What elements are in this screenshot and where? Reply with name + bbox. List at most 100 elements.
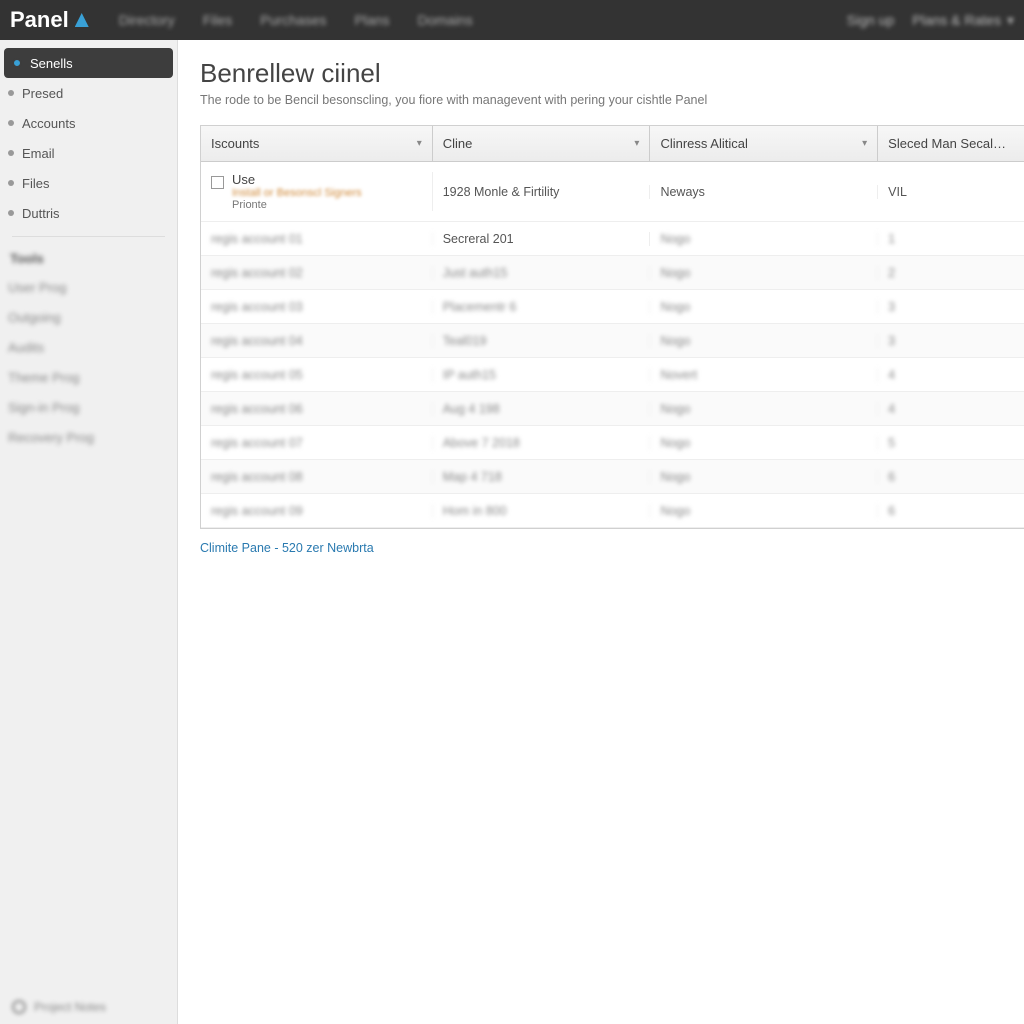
- table-row[interactable]: regis account 08Map 4 718Nogo6: [201, 460, 1024, 494]
- table-header-sleced[interactable]: Sleced Man Secal…: [878, 126, 1024, 161]
- table-header-row: Iscounts ▾ Cline ▾ Clinress Alitical ▾ S…: [201, 126, 1024, 162]
- table-row[interactable]: Use Install or Besonscl Signers Prionte …: [201, 162, 1024, 222]
- sidebar-item-label: Audits: [8, 340, 44, 355]
- sort-icon[interactable]: ▾: [634, 138, 639, 149]
- sidebar-item-sec-1[interactable]: Outgoing: [0, 302, 177, 332]
- dot-icon: [8, 180, 14, 186]
- dot-icon: [8, 150, 14, 156]
- table-row[interactable]: regis account 05IP auth15Novert4: [201, 358, 1024, 392]
- sidebar-item-label: User Prog: [8, 280, 67, 295]
- row-subline-1: Install or Besonscl Signers: [232, 187, 362, 199]
- cell-iscounts: regis account 05: [201, 368, 433, 382]
- topnav-link-1[interactable]: Files: [203, 12, 233, 28]
- cell-clinress: Nogo: [650, 470, 878, 484]
- table-row[interactable]: regis account 09Hom in 800Nogo6: [201, 494, 1024, 528]
- sidebar-item-sec-3[interactable]: Theme Prog: [0, 362, 177, 392]
- brand-name: Panel: [10, 7, 69, 33]
- sidebar-item-sec-0[interactable]: User Prog: [0, 272, 177, 302]
- sidebar-item-label: Duttris: [22, 206, 60, 221]
- row-subline-2: Prionte: [232, 199, 362, 211]
- topnav-user-dropdown[interactable]: Plans & Rates: [912, 12, 1014, 29]
- sidebar-item-presed[interactable]: Presed: [0, 78, 177, 108]
- cell-cline: 1928 Monle & Firtility: [433, 185, 651, 199]
- cell-clinress: Novert: [650, 368, 878, 382]
- cell-clinress: Nogo: [650, 266, 878, 280]
- dot-icon: [8, 210, 14, 216]
- sidebar-item-label: Files: [22, 176, 49, 191]
- cell-sleced: 2: [878, 266, 1024, 280]
- cell-sleced: 1: [878, 232, 1024, 246]
- cell-iscounts: regis account 09: [201, 504, 433, 518]
- cell-sleced: 6: [878, 504, 1024, 518]
- sidebar-footer[interactable]: Project Notes: [0, 990, 177, 1024]
- row-lead: Use: [232, 172, 362, 187]
- table-row[interactable]: regis account 02Just auth15Nogo2: [201, 256, 1024, 290]
- brand-logo[interactable]: Panel: [10, 7, 89, 33]
- table-header-iscounts[interactable]: Iscounts ▾: [201, 126, 433, 161]
- sidebar-item-accounts[interactable]: Accounts: [0, 108, 177, 138]
- cell-clinress: Nogo: [650, 334, 878, 348]
- cell-clinress: Neways: [650, 185, 878, 199]
- cell-cline: Placementr 6: [433, 300, 651, 314]
- sidebar-item-label: Theme Prog: [8, 370, 80, 385]
- cell-iscounts: regis account 03: [201, 300, 433, 314]
- table-row[interactable]: regis account 06Aug 4 198Nogo4: [201, 392, 1024, 426]
- main-content: Benrellew ciinel The rode to be Bencil b…: [178, 40, 1024, 1024]
- sidebar-item-sec-4[interactable]: Sign-in Prog: [0, 392, 177, 422]
- sidebar-section-header: Tools: [0, 245, 177, 272]
- sidebar-item-label: Presed: [22, 86, 63, 101]
- cell-cline: Above 7 2018: [433, 436, 651, 450]
- th-label: Sleced Man Secal…: [888, 136, 1006, 151]
- sidebar-item-label: Email: [22, 146, 55, 161]
- cell-cline: Teal019: [433, 334, 651, 348]
- sidebar-item-label: Sign-in Prog: [8, 400, 80, 415]
- cell-clinress: Nogo: [650, 300, 878, 314]
- topnav-link-4[interactable]: Domains: [417, 12, 472, 28]
- page-subtitle: The rode to be Bencil besonscling, you f…: [200, 93, 1024, 107]
- table-row[interactable]: regis account 01Secreral 201Nogo1: [201, 222, 1024, 256]
- sidebar: Senells Presed Accounts Email Files Dutt…: [0, 40, 178, 1024]
- cell-clinress: Nogo: [650, 232, 878, 246]
- sidebar-item-senells[interactable]: Senells: [4, 48, 173, 78]
- cell-sleced: 4: [878, 402, 1024, 416]
- cell-sleced: 5: [878, 436, 1024, 450]
- cell-iscounts: regis account 07: [201, 436, 433, 450]
- topnav-link-3[interactable]: Plans: [354, 12, 389, 28]
- cell-iscounts: regis account 02: [201, 266, 433, 280]
- topnav-link-0[interactable]: Directory: [119, 12, 175, 28]
- active-dot-icon: [12, 58, 22, 68]
- brand-triangle-icon: [75, 13, 89, 27]
- cell-sleced: 3: [878, 334, 1024, 348]
- sidebar-item-sec-2[interactable]: Audits: [0, 332, 177, 362]
- sidebar-item-label: Senells: [30, 56, 73, 71]
- cell-iscounts: regis account 01: [201, 232, 433, 246]
- sidebar-item-email[interactable]: Email: [0, 138, 177, 168]
- sidebar-item-label: Accounts: [22, 116, 75, 131]
- th-label: Cline: [443, 136, 473, 151]
- cell-cline: Hom in 800: [433, 504, 651, 518]
- table-row[interactable]: regis account 07Above 7 2018Nogo5: [201, 426, 1024, 460]
- sidebar-item-duttris[interactable]: Duttris: [0, 198, 177, 228]
- dot-icon: [8, 90, 14, 96]
- cell-clinress: Nogo: [650, 402, 878, 416]
- table-row[interactable]: regis account 04Teal019Nogo3: [201, 324, 1024, 358]
- table-row[interactable]: regis account 03Placementr 6Nogo3: [201, 290, 1024, 324]
- table-header-clinress[interactable]: Clinress Alitical ▾: [650, 126, 878, 161]
- cell-cline: IP auth15: [433, 368, 651, 382]
- topnav-right-0[interactable]: Sign up: [847, 12, 894, 28]
- cell-cline: Map 4 718: [433, 470, 651, 484]
- sort-icon[interactable]: ▾: [862, 138, 867, 149]
- cell-iscounts: regis account 06: [201, 402, 433, 416]
- cell-cline: Aug 4 198: [433, 402, 651, 416]
- cell-iscounts: regis account 04: [201, 334, 433, 348]
- table-header-cline[interactable]: Cline ▾: [433, 126, 651, 161]
- sidebar-item-sec-5[interactable]: Recovery Prog: [0, 422, 177, 452]
- footer-link[interactable]: Climite Pane - 520 zer Newbrta: [200, 541, 1024, 555]
- sidebar-item-files[interactable]: Files: [0, 168, 177, 198]
- cell-clinress: Nogo: [650, 504, 878, 518]
- topnav-link-2[interactable]: Purchases: [260, 12, 326, 28]
- th-label: Clinress Alitical: [660, 136, 747, 151]
- cell-cline: Secreral 201: [433, 232, 651, 246]
- sort-icon[interactable]: ▾: [417, 138, 422, 149]
- row-checkbox[interactable]: [211, 176, 224, 189]
